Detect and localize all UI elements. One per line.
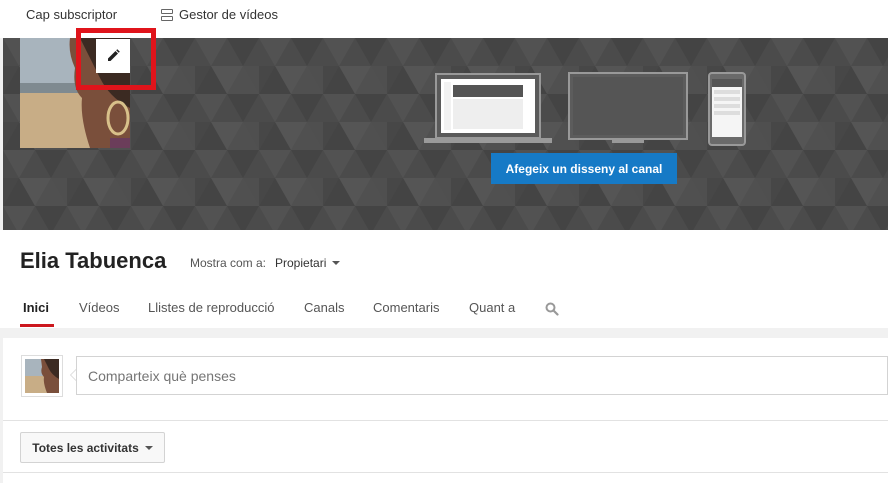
feed-divider-bottom — [3, 472, 888, 473]
channel-title: Elia Tabuenca — [20, 248, 167, 273]
share-avatar-photo — [25, 359, 59, 393]
phone-illustration — [708, 72, 746, 146]
tab-about[interactable]: Quant a — [469, 300, 515, 315]
chevron-down-icon — [144, 445, 153, 450]
view-as-label: Mostra com a: — [190, 256, 267, 270]
feed-divider — [3, 420, 888, 421]
subscriber-count-link[interactable]: Cap subscriptor — [26, 7, 117, 22]
video-manager-icon — [161, 8, 173, 21]
tab-discussion[interactable]: Comentaris — [373, 300, 439, 315]
tab-channels[interactable]: Canals — [304, 300, 344, 315]
channel-tabs: Inici Vídeos Llistes de reproducció Cana… — [0, 290, 888, 328]
view-as-value: Propietari — [275, 256, 327, 270]
activity-filter-label: Totes les activitats — [32, 440, 139, 455]
video-manager-link[interactable]: Gestor de vídeos — [161, 7, 278, 22]
search-icon[interactable] — [545, 302, 559, 316]
add-channel-art-button[interactable]: Afegeix un disseny al canal — [491, 153, 677, 184]
view-as-dropdown[interactable]: Propietari — [275, 256, 341, 270]
share-input[interactable] — [76, 356, 888, 395]
active-tab-indicator — [20, 324, 54, 327]
tv-illustration — [568, 72, 688, 143]
tab-videos[interactable]: Vídeos — [79, 300, 119, 315]
activity-filter-button[interactable]: Totes les activitats — [20, 432, 165, 463]
tab-home[interactable]: Inici — [23, 300, 49, 315]
share-avatar — [21, 355, 63, 397]
highlight-box — [76, 28, 156, 90]
laptop-illustration — [424, 73, 552, 143]
video-manager-label: Gestor de vídeos — [179, 7, 278, 22]
tab-playlists[interactable]: Llistes de reproducció — [148, 300, 274, 315]
chevron-down-icon — [332, 261, 341, 265]
